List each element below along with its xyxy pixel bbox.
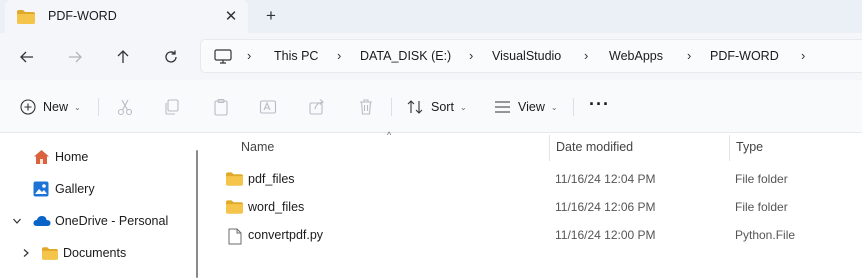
refresh-icon: [165, 50, 177, 63]
tab-pdf-word[interactable]: PDF-WORD ✕: [5, 0, 248, 33]
table-row[interactable]: convertpdf.py 11/16/24 12:00 PM Python.F…: [206, 223, 862, 249]
up-button[interactable]: [111, 45, 135, 69]
navigation-bar: › This PC › DATA_DISK (E:) › VisualStudi…: [0, 33, 862, 80]
file-date: 11/16/24 12:00 PM: [555, 228, 656, 242]
breadcrumb-separator[interactable]: ›: [584, 48, 588, 63]
file-date: 11/16/24 12:06 PM: [555, 200, 656, 214]
sidebar-item-gallery[interactable]: Gallery: [0, 177, 190, 201]
breadcrumb-webapps[interactable]: WebApps: [609, 49, 663, 63]
paste-button[interactable]: [212, 96, 230, 118]
file-date: 11/16/24 12:04 PM: [555, 172, 656, 186]
sidebar-item-label: Documents: [63, 246, 127, 260]
table-row[interactable]: pdf_files 11/16/24 12:04 PM File folder: [206, 167, 862, 193]
file-type: File folder: [735, 200, 788, 214]
breadcrumb-separator[interactable]: ›: [687, 48, 691, 63]
navigation-pane: Home Gallery OneDrive - Personal Documen…: [0, 133, 200, 278]
view-lines-icon: [495, 101, 510, 113]
file-name: convertpdf.py: [248, 228, 324, 242]
this-pc-icon: [214, 49, 232, 64]
more-options-button[interactable]: ···: [589, 93, 610, 115]
sidebar-item-documents[interactable]: Documents: [0, 241, 190, 265]
file-list: ^ Name Date modified Type pdf_files 11/1…: [206, 130, 862, 278]
column-header-date-modified[interactable]: Date modified: [556, 140, 633, 154]
breadcrumb-visualstudio[interactable]: VisualStudio: [492, 49, 561, 63]
sort-label: Sort: [431, 100, 454, 114]
column-header-type[interactable]: Type: [736, 140, 763, 154]
chevron-down-icon: ⌄: [74, 102, 81, 112]
new-tab-button[interactable]: +: [262, 6, 280, 26]
back-arrow-icon: [20, 51, 33, 63]
sidebar-item-label: Gallery: [55, 182, 95, 196]
refresh-button[interactable]: [159, 45, 183, 69]
file-type: File folder: [735, 172, 788, 186]
breadcrumb-data-disk[interactable]: DATA_DISK (E:): [360, 49, 451, 63]
cloud-icon: [33, 216, 51, 226]
gallery-icon: [33, 181, 49, 197]
column-divider[interactable]: [729, 135, 730, 161]
divider: [573, 98, 574, 116]
folder-icon: [226, 172, 243, 186]
cut-button[interactable]: [116, 96, 134, 118]
new-button[interactable]: New ⌄: [20, 96, 81, 118]
chevron-down-icon: ⌄: [459, 102, 467, 112]
divider: [391, 98, 392, 116]
divider: [98, 98, 99, 116]
file-icon: [228, 228, 242, 245]
file-name: pdf_files: [248, 172, 295, 186]
plus-circle-icon: [20, 99, 36, 115]
command-bar: New ⌄ Sort ⌄ View ⌄ ···: [0, 80, 862, 133]
trash-icon: [360, 99, 372, 115]
clipboard-icon: [214, 98, 228, 116]
navigation-scrollbar[interactable]: [196, 150, 198, 278]
tab-close-icon[interactable]: ✕: [221, 7, 241, 27]
chevron-right-icon[interactable]: [21, 248, 31, 258]
folder-icon: [226, 200, 243, 214]
sidebar-item-home[interactable]: Home: [0, 145, 190, 169]
sort-button[interactable]: Sort ⌄: [407, 96, 467, 118]
table-row[interactable]: word_files 11/16/24 12:06 PM File folder: [206, 195, 862, 221]
file-name: word_files: [248, 200, 305, 214]
chevron-down-icon[interactable]: [12, 216, 22, 226]
rename-icon: [259, 100, 277, 114]
forward-arrow-icon: [69, 51, 82, 63]
column-divider[interactable]: [549, 135, 550, 161]
sort-icon: [407, 100, 423, 114]
copy-button[interactable]: [163, 96, 181, 118]
sidebar-item-label: Home: [55, 150, 89, 164]
title-bar: PDF-WORD ✕ +: [0, 0, 862, 33]
view-label: View: [518, 100, 545, 114]
sidebar-item-label: OneDrive - Personal: [55, 214, 169, 228]
breadcrumb-separator[interactable]: ›: [247, 48, 251, 63]
copy-icon: [165, 99, 179, 115]
folder-icon: [42, 246, 58, 260]
breadcrumb-pdf-word[interactable]: PDF-WORD: [710, 49, 779, 63]
delete-button[interactable]: [357, 96, 375, 118]
home-icon: [34, 150, 49, 164]
breadcrumb-separator[interactable]: ›: [469, 48, 473, 63]
address-bar[interactable]: › This PC › DATA_DISK (E:) › VisualStudi…: [200, 39, 862, 73]
folder-icon: [17, 10, 35, 24]
breadcrumb-separator[interactable]: ›: [801, 48, 805, 63]
tab-title: PDF-WORD: [48, 9, 117, 23]
share-button[interactable]: [308, 96, 326, 118]
breadcrumb-separator[interactable]: ›: [337, 48, 341, 63]
file-type: Python.File: [735, 228, 796, 242]
chevron-down-icon: ⌄: [550, 102, 558, 112]
new-label: New: [43, 100, 69, 114]
back-button[interactable]: [15, 45, 39, 69]
sidebar-item-onedrive[interactable]: OneDrive - Personal: [0, 209, 190, 233]
column-header-name[interactable]: Name: [241, 140, 274, 154]
view-button[interactable]: View ⌄: [494, 96, 558, 118]
breadcrumb-this-pc[interactable]: This PC: [274, 49, 318, 63]
scissors-icon: [117, 99, 133, 116]
sort-ascending-icon: ^: [387, 130, 392, 140]
rename-button[interactable]: [259, 96, 277, 118]
forward-button[interactable]: [63, 45, 87, 69]
share-icon: [309, 99, 324, 115]
up-arrow-icon: [117, 50, 129, 63]
